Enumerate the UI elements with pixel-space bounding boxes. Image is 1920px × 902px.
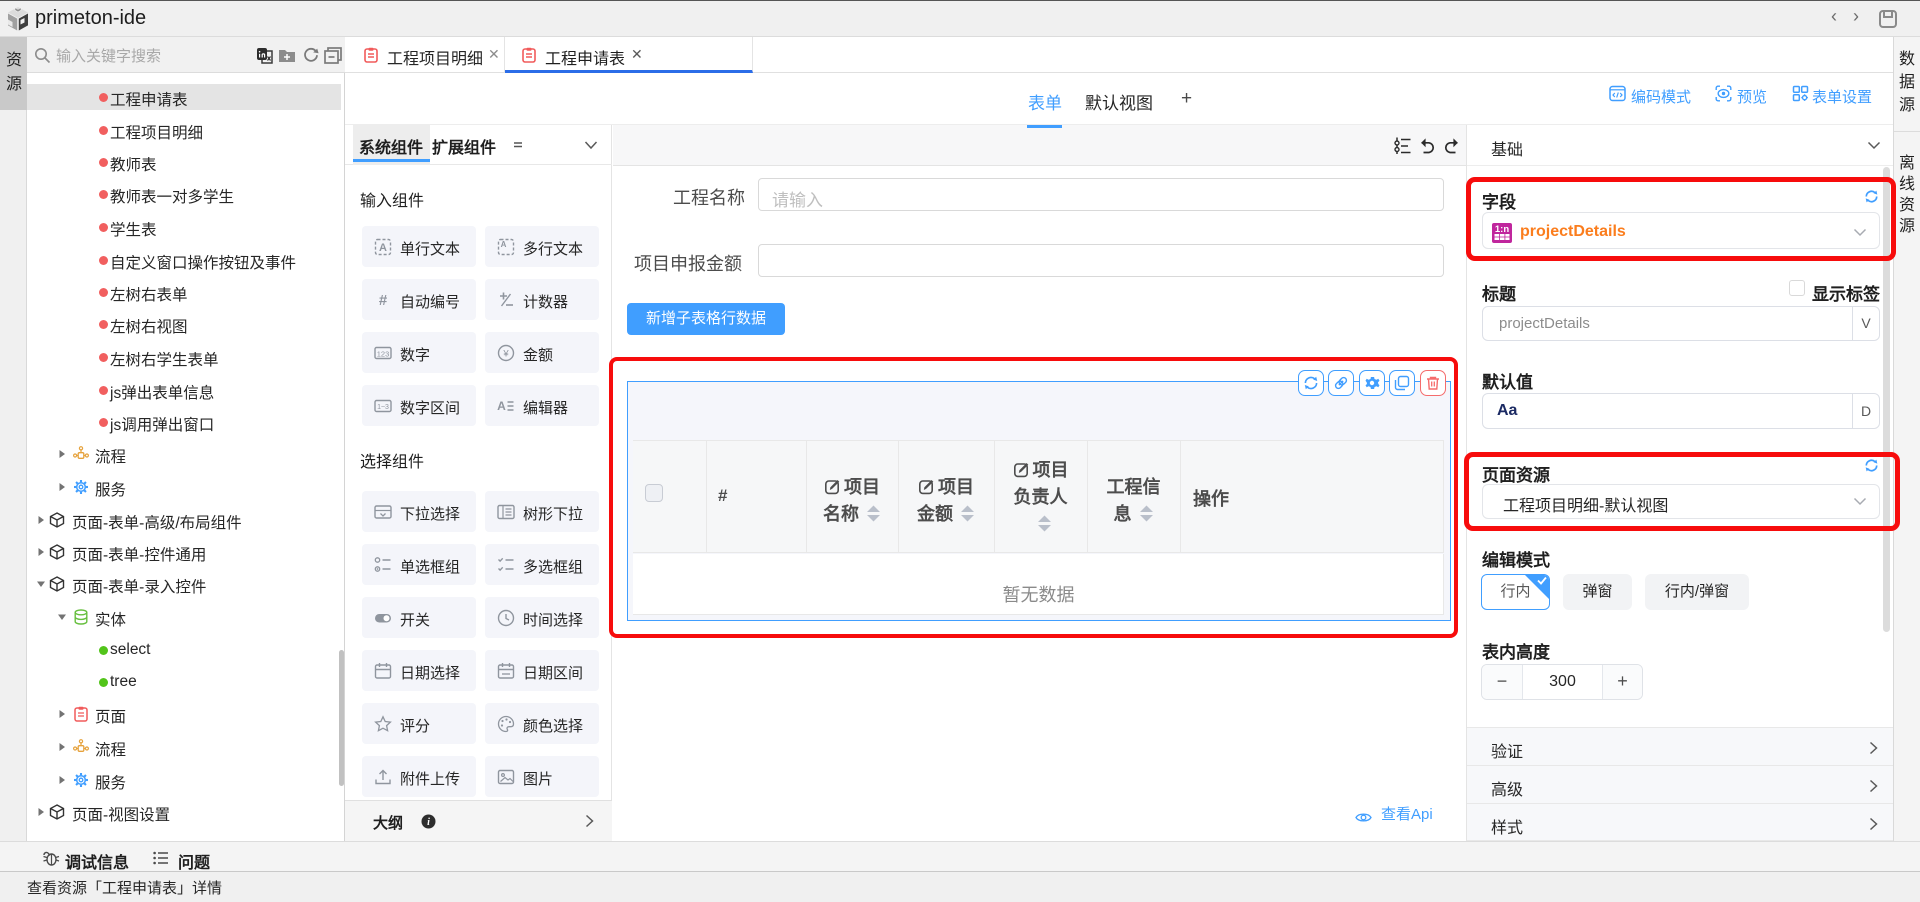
- svg-text:¥: ¥: [502, 349, 509, 360]
- svg-text:A: A: [379, 242, 387, 254]
- svg-text:A: A: [501, 240, 507, 249]
- svg-text:1~3: 1~3: [377, 404, 389, 411]
- svg-text:123: 123: [377, 349, 390, 358]
- svg-text:#: #: [379, 292, 388, 309]
- svg-text:A: A: [497, 399, 506, 413]
- svg-text:i: i: [427, 817, 430, 828]
